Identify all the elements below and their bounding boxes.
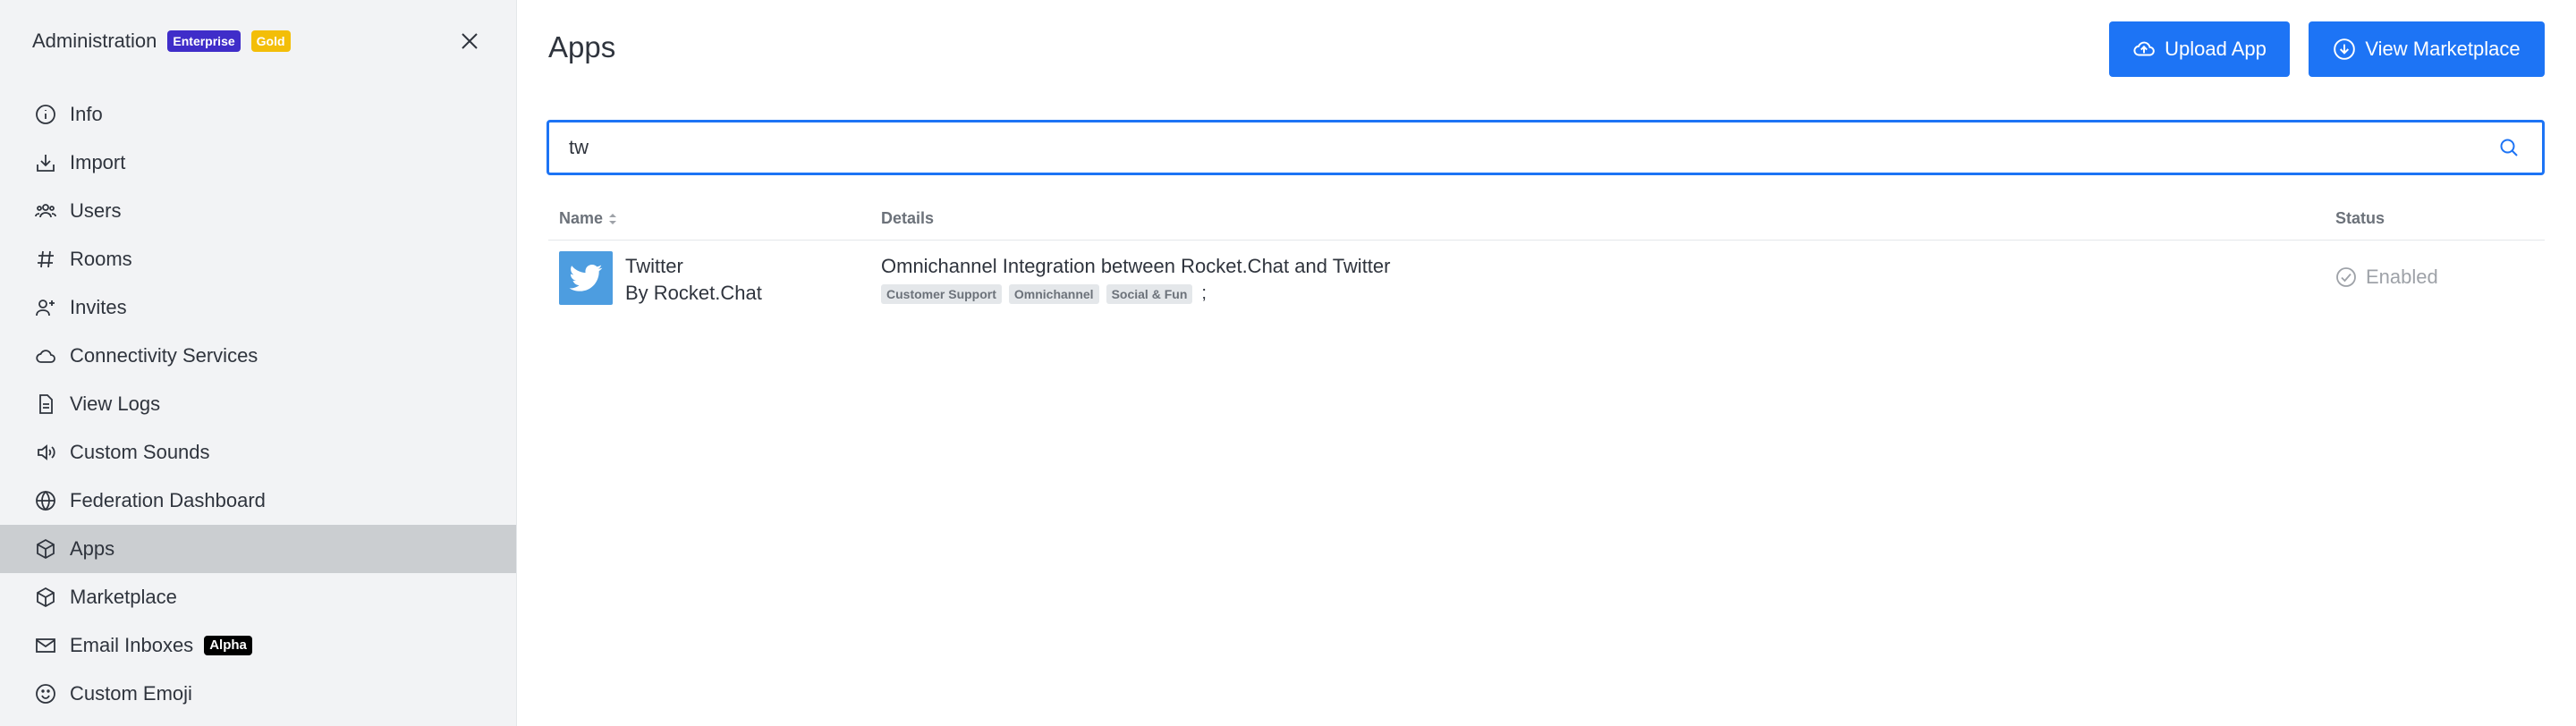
import-icon	[34, 151, 57, 174]
mail-icon	[34, 634, 57, 657]
speaker-icon	[34, 441, 57, 464]
apps-table: Name Details Status Twitter By Rocket.Ch…	[548, 202, 2545, 316]
info-icon	[34, 103, 57, 126]
sort-icon	[609, 213, 617, 224]
search-icon[interactable]	[2496, 134, 2522, 161]
twitter-logo-icon	[559, 251, 613, 305]
view-marketplace-button[interactable]: View Marketplace	[2309, 21, 2545, 77]
download-circle-icon	[2334, 38, 2356, 60]
app-status: Enabled	[2335, 266, 2438, 289]
sidebar-item-label: Import	[70, 151, 126, 173]
search-input[interactable]	[549, 122, 2496, 173]
app-categories: Customer Support Omnichannel Social & Fu…	[881, 283, 1207, 304]
sidebar-item-label: Invites	[70, 296, 127, 318]
category-tag: Omnichannel	[1008, 283, 1099, 304]
category-tag: Social & Fun	[1106, 283, 1193, 304]
column-header-name[interactable]: Name	[559, 209, 619, 228]
hashtag-icon	[34, 248, 57, 271]
sidebar-item-connectivity-services[interactable]: Connectivity Services	[0, 332, 516, 380]
view-marketplace-label: View Marketplace	[2365, 38, 2521, 60]
sidebar-item-view-logs[interactable]: View Logs	[0, 380, 516, 428]
sidebar-item-label: Connectivity Services	[70, 344, 258, 367]
sidebar-item-label: Custom Sounds	[70, 441, 210, 463]
column-name-label: Name	[559, 209, 604, 227]
main-content: Apps Upload App View Marketplace Name De…	[516, 0, 2576, 726]
sidebar-header: Administration Enterprise Gold	[32, 27, 484, 55]
close-icon[interactable]	[455, 27, 484, 55]
sidebar-item-marketplace[interactable]: Marketplace	[0, 573, 516, 621]
users-icon	[34, 199, 57, 223]
gold-badge: Gold	[250, 30, 291, 52]
sidebar-title: Administration	[32, 30, 157, 52]
sidebar-item-label: Rooms	[70, 248, 132, 270]
sidebar-item-federation-dashboard[interactable]: Federation Dashboard	[0, 477, 516, 525]
status-label: Enabled	[2366, 266, 2438, 288]
table-row[interactable]: Twitter By Rocket.Chat Omnichannel Integ…	[548, 241, 2545, 316]
sidebar-item-label: Marketplace	[70, 586, 177, 608]
user-plus-icon	[34, 296, 57, 319]
sidebar-item-invites[interactable]: Invites	[0, 283, 516, 332]
sidebar-item-label: Custom Emoji	[70, 682, 192, 705]
sidebar-item-label: Apps	[70, 537, 115, 560]
check-circle-icon	[2336, 267, 2356, 287]
category-tag: Customer Support	[881, 283, 1002, 304]
enterprise-badge: Enterprise	[167, 30, 241, 52]
sidebar-item-info[interactable]: Info	[0, 90, 516, 139]
sidebar-item-users[interactable]: Users	[0, 187, 516, 235]
cloud-upload-icon	[2133, 41, 2155, 56]
document-icon	[34, 393, 57, 416]
sidebar-item-label: Users	[70, 199, 122, 222]
sidebar-item-email-inboxes[interactable]: Email Inboxes Alpha	[0, 621, 516, 670]
alpha-badge: Alpha	[204, 636, 252, 655]
sidebar-item-custom-sounds[interactable]: Custom Sounds	[0, 428, 516, 477]
admin-sidebar: Administration Enterprise Gold Info Impo…	[0, 0, 517, 726]
cube-icon	[34, 586, 57, 609]
sidebar-item-custom-emoji[interactable]: Custom Emoji	[0, 670, 516, 718]
globe-icon	[34, 489, 57, 512]
page-title: Apps	[548, 30, 616, 63]
sidebar-item-rooms[interactable]: Rooms	[0, 235, 516, 283]
cube-icon	[34, 537, 57, 561]
sidebar-item-label: View Logs	[70, 393, 161, 415]
upload-app-button[interactable]: Upload App	[2109, 21, 2290, 77]
column-header-status: Status	[2335, 209, 2385, 227]
app-author: By Rocket.Chat	[625, 282, 762, 304]
sidebar-item-label: Federation Dashboard	[70, 489, 266, 511]
search-field[interactable]	[547, 120, 2545, 175]
column-header-details: Details	[881, 209, 935, 227]
sidebar-item-import[interactable]: Import	[0, 139, 516, 187]
app-description: Omnichannel Integration between Rocket.C…	[881, 255, 1391, 277]
app-name: Twitter	[625, 255, 683, 277]
sidebar-item-apps[interactable]: Apps	[0, 525, 516, 573]
upload-app-label: Upload App	[2165, 38, 2267, 60]
sidebar-item-label: Email Inboxes	[70, 634, 194, 656]
sidebar-item-label: Info	[70, 103, 103, 125]
cloud-icon	[34, 344, 57, 367]
category-separator: ;	[1201, 283, 1207, 303]
sidebar-nav: Info Import Users Rooms Invites Connecti…	[0, 90, 516, 718]
table-header: Name Details Status	[548, 202, 2545, 241]
emoji-icon	[34, 682, 57, 705]
